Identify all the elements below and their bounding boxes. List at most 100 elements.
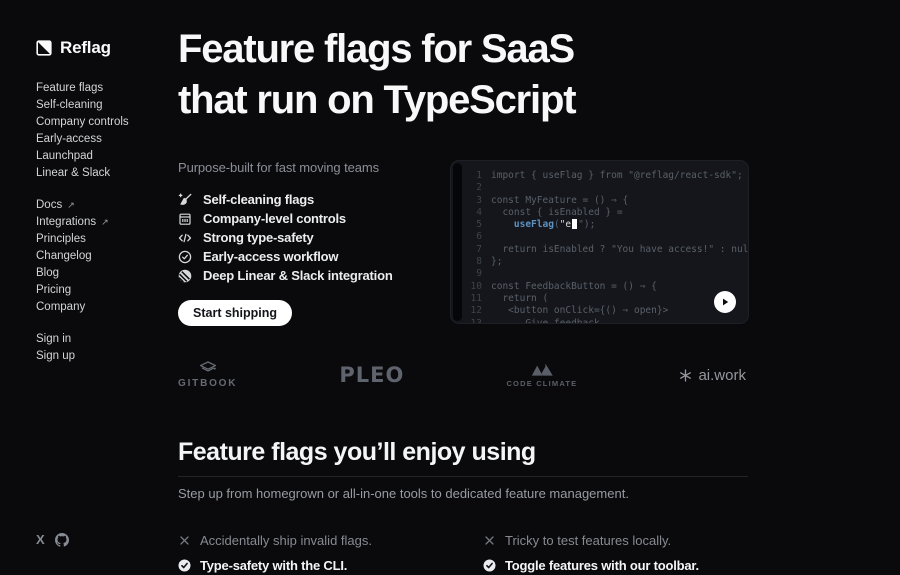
- comparison-column-2: Tricky to test features locally. Toggle …: [483, 531, 778, 574]
- comparison-grid: Accidentally ship invalid flags. Type-sa…: [178, 531, 778, 574]
- reflag-logo-icon: [36, 40, 52, 56]
- aiwork-wordmark: ai.work: [698, 367, 746, 384]
- code-str: "e: [560, 219, 571, 230]
- code-editor-gutter: [453, 163, 462, 321]
- sidebar-item-changelog[interactable]: Changelog: [36, 248, 176, 265]
- sidebar-item-integrations[interactable]: Integrations↗: [36, 214, 176, 231]
- feature-label: Self-cleaning flags: [203, 192, 314, 207]
- gitbook-icon: [199, 361, 217, 375]
- feature-label: Deep Linear & Slack integration: [203, 268, 393, 283]
- sidebar-item-blog[interactable]: Blog: [36, 265, 176, 282]
- building-icon: [178, 212, 192, 226]
- codeclimate-wordmark: CODE CLIMATE: [506, 379, 577, 388]
- logo-gitbook: GITBOOK: [178, 361, 237, 389]
- x-mark-icon: [483, 534, 496, 547]
- feature-list: Self-cleaning flags Company-level contro…: [178, 190, 458, 285]
- code-line: 5 useFlag("e");: [466, 219, 742, 231]
- sidebar-item-launchpad[interactable]: Launchpad: [36, 148, 176, 165]
- play-button[interactable]: [714, 291, 736, 313]
- external-link-arrow-icon: ↗: [101, 217, 109, 227]
- pain-point: Accidentally ship invalid flags.: [178, 531, 483, 549]
- aiwork-asterisk-icon: [679, 369, 692, 382]
- line-number: 11: [466, 293, 482, 305]
- sidebar-item-company[interactable]: Company: [36, 299, 176, 316]
- sidebar: Reflag Feature flagsSelf-cleaningCompany…: [36, 38, 176, 365]
- sidebar-item-company-controls[interactable]: Company controls: [36, 114, 176, 131]
- code-line: 1import { useFlag } from "@reflag/react-…: [466, 170, 742, 182]
- line-number: 7: [466, 244, 482, 256]
- line-number: 6: [466, 231, 482, 243]
- feature-linear-slack: Deep Linear & Slack integration: [178, 266, 458, 285]
- reflag-landing-page: Reflag Feature flagsSelf-cleaningCompany…: [0, 0, 900, 575]
- code-cursor: [572, 219, 577, 229]
- linear-icon: [178, 269, 192, 283]
- benefit: Type-safety with the CLI.: [178, 556, 483, 574]
- feature-label: Strong type-safety: [203, 230, 314, 245]
- pleo-wordmark: PLEO: [339, 363, 404, 387]
- check-circle-filled-icon: [483, 559, 496, 572]
- x-mark-icon: [178, 534, 191, 547]
- line-number: 1: [466, 170, 482, 182]
- brand-logo[interactable]: Reflag: [36, 38, 176, 58]
- external-link-arrow-icon: ↗: [67, 200, 75, 210]
- feature-company-controls: Company-level controls: [178, 209, 458, 228]
- x-twitter-icon[interactable]: X: [36, 533, 45, 547]
- line-number: 5: [466, 219, 482, 231]
- feature-early-access: Early-access workflow: [178, 247, 458, 266]
- check-circle-icon: [178, 250, 192, 264]
- code-line: 12 <button onClick={() ⇒ open}>: [466, 305, 742, 317]
- hero-left-column: Purpose-built for fast moving teams Self…: [178, 160, 458, 326]
- sidebar-item-self-cleaning[interactable]: Self-cleaning: [36, 97, 176, 114]
- sidebar-item-feature-flags[interactable]: Feature flags: [36, 80, 176, 97]
- benefit: Toggle features with our toolbar.: [483, 556, 778, 574]
- code-line: 2: [466, 182, 742, 194]
- sidebar-item-docs[interactable]: Docs↗: [36, 197, 176, 214]
- sidebar-item-sign-up[interactable]: Sign up: [36, 348, 176, 365]
- code-editor-panel: 1import { useFlag } from "@reflag/react-…: [450, 160, 749, 324]
- play-icon: [720, 297, 730, 307]
- start-shipping-button[interactable]: Start shipping: [178, 300, 292, 326]
- code-line: 4 const { isEnabled } =: [466, 207, 742, 219]
- line-number: 8: [466, 256, 482, 268]
- codeclimate-icon: [530, 363, 554, 376]
- line-number: 2: [466, 182, 482, 194]
- code-line: 3const MyFeature = () ⇒ {: [466, 195, 742, 207]
- line-number: 9: [466, 268, 482, 280]
- code-line: 8};: [466, 256, 742, 268]
- gitbook-wordmark: GITBOOK: [178, 378, 237, 389]
- pain-point-text: Tricky to test features locally.: [505, 533, 671, 548]
- line-number: 3: [466, 195, 482, 207]
- sidebar-item-sign-in[interactable]: Sign in: [36, 331, 176, 348]
- github-icon[interactable]: [55, 533, 69, 547]
- code-line: 10const FeedbackButton = () ⇒ {: [466, 281, 742, 293]
- hero-title-line1: Feature flags for SaaS: [178, 27, 574, 71]
- nav-primary: Feature flagsSelf-cleaningCompany contro…: [36, 80, 176, 182]
- feature-label: Early-access workflow: [203, 249, 338, 264]
- section-subtitle: Step up from homegrown or all-in-one too…: [178, 486, 629, 501]
- sidebar-item-pricing[interactable]: Pricing: [36, 282, 176, 299]
- logo-pleo: PLEO: [339, 363, 404, 387]
- code-line: 6: [466, 231, 742, 243]
- logo-aiwork: ai.work: [679, 367, 746, 384]
- pain-point-text: Accidentally ship invalid flags.: [200, 533, 372, 548]
- check-circle-filled-icon: [178, 559, 191, 572]
- line-number: 10: [466, 281, 482, 293]
- sidebar-nav: Feature flagsSelf-cleaningCompany contro…: [36, 80, 176, 365]
- hero-title: Feature flags for SaaS that run on TypeS…: [178, 24, 575, 126]
- comparison-column-1: Accidentally ship invalid flags. Type-sa…: [178, 531, 483, 574]
- feature-label: Company-level controls: [203, 211, 346, 226]
- pain-point: Tricky to test features locally.: [483, 531, 778, 549]
- section-divider: [178, 476, 748, 477]
- hero-subtitle: Purpose-built for fast moving teams: [178, 160, 458, 175]
- sidebar-item-linear-slack[interactable]: Linear & Slack: [36, 165, 176, 182]
- code-lines: 1import { useFlag } from "@reflag/react-…: [466, 170, 742, 324]
- hero-title-line2: that run on TypeScript: [178, 78, 575, 122]
- sidebar-item-principles[interactable]: Principles: [36, 231, 176, 248]
- code-line: 9: [466, 268, 742, 280]
- brand-name: Reflag: [60, 38, 111, 58]
- line-number: 12: [466, 305, 482, 317]
- benefit-text: Type-safety with the CLI.: [200, 558, 347, 573]
- customer-logos-row: GITBOOK PLEO CODE CLIMATE ai.work: [178, 350, 746, 400]
- benefit-text: Toggle features with our toolbar.: [505, 558, 699, 573]
- sidebar-item-early-access[interactable]: Early-access: [36, 131, 176, 148]
